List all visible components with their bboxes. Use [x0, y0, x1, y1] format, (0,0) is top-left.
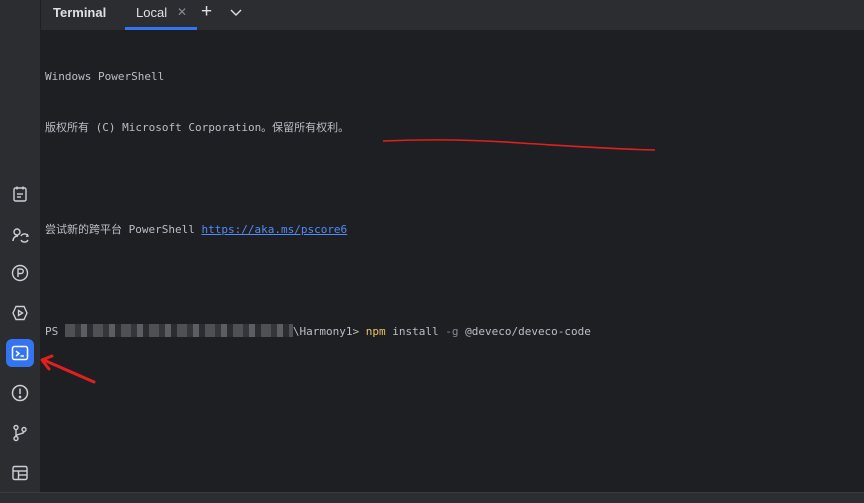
sync-icon[interactable]: [6, 220, 34, 248]
tab-local[interactable]: Local ✕: [125, 0, 197, 30]
pscore-link[interactable]: https://aka.ms/pscore6: [201, 223, 347, 236]
panel-title: Terminal: [53, 5, 107, 20]
empty-line: [45, 170, 591, 187]
close-icon[interactable]: ✕: [177, 5, 187, 19]
chevron-down-icon[interactable]: [229, 5, 243, 19]
command-package: @deveco/deveco-code: [458, 325, 591, 338]
prompt-line: PS \Harmony1> npm install -g @deveco/dev…: [45, 323, 591, 340]
git-icon[interactable]: [6, 419, 34, 447]
output-text: 尝试新的跨平台 PowerShell: [45, 223, 202, 236]
layout-icon[interactable]: [6, 459, 34, 487]
prompt-prefix: PS: [45, 325, 65, 338]
command-install: install: [385, 325, 446, 338]
run-icon[interactable]: [6, 299, 34, 327]
problems-icon[interactable]: [6, 379, 34, 407]
terminal-tab-bar: Terminal Local ✕ +: [41, 0, 864, 31]
empty-line: [45, 272, 591, 289]
add-tab-icon[interactable]: +: [201, 2, 212, 21]
command-npm: npm: [365, 325, 386, 338]
tool-window-bar: [0, 0, 41, 492]
prompt-suffix: \Harmony1>: [292, 325, 366, 338]
redacted-path: [64, 324, 293, 337]
output-line: Windows PowerShell: [45, 70, 165, 83]
ide-window: Terminal Local ✕ + Windows PowerShell 版权…: [0, 0, 864, 503]
output-line: 版权所有 (C) Microsoft Corporation。保留所有权利。: [45, 121, 350, 134]
p-icon[interactable]: [6, 259, 34, 287]
terminal-output[interactable]: Windows PowerShell 版权所有 (C) Microsoft Co…: [45, 34, 591, 374]
terminal-icon[interactable]: [6, 339, 34, 367]
terminal-panel: Terminal Local ✕ + Windows PowerShell 版权…: [41, 0, 864, 492]
tab-label: Local: [136, 5, 168, 20]
project-icon[interactable]: [6, 180, 34, 208]
status-bar: [0, 492, 864, 503]
output-line: 尝试新的跨平台 PowerShell https://aka.ms/pscore…: [45, 221, 591, 238]
command-flag: -g: [445, 325, 459, 338]
